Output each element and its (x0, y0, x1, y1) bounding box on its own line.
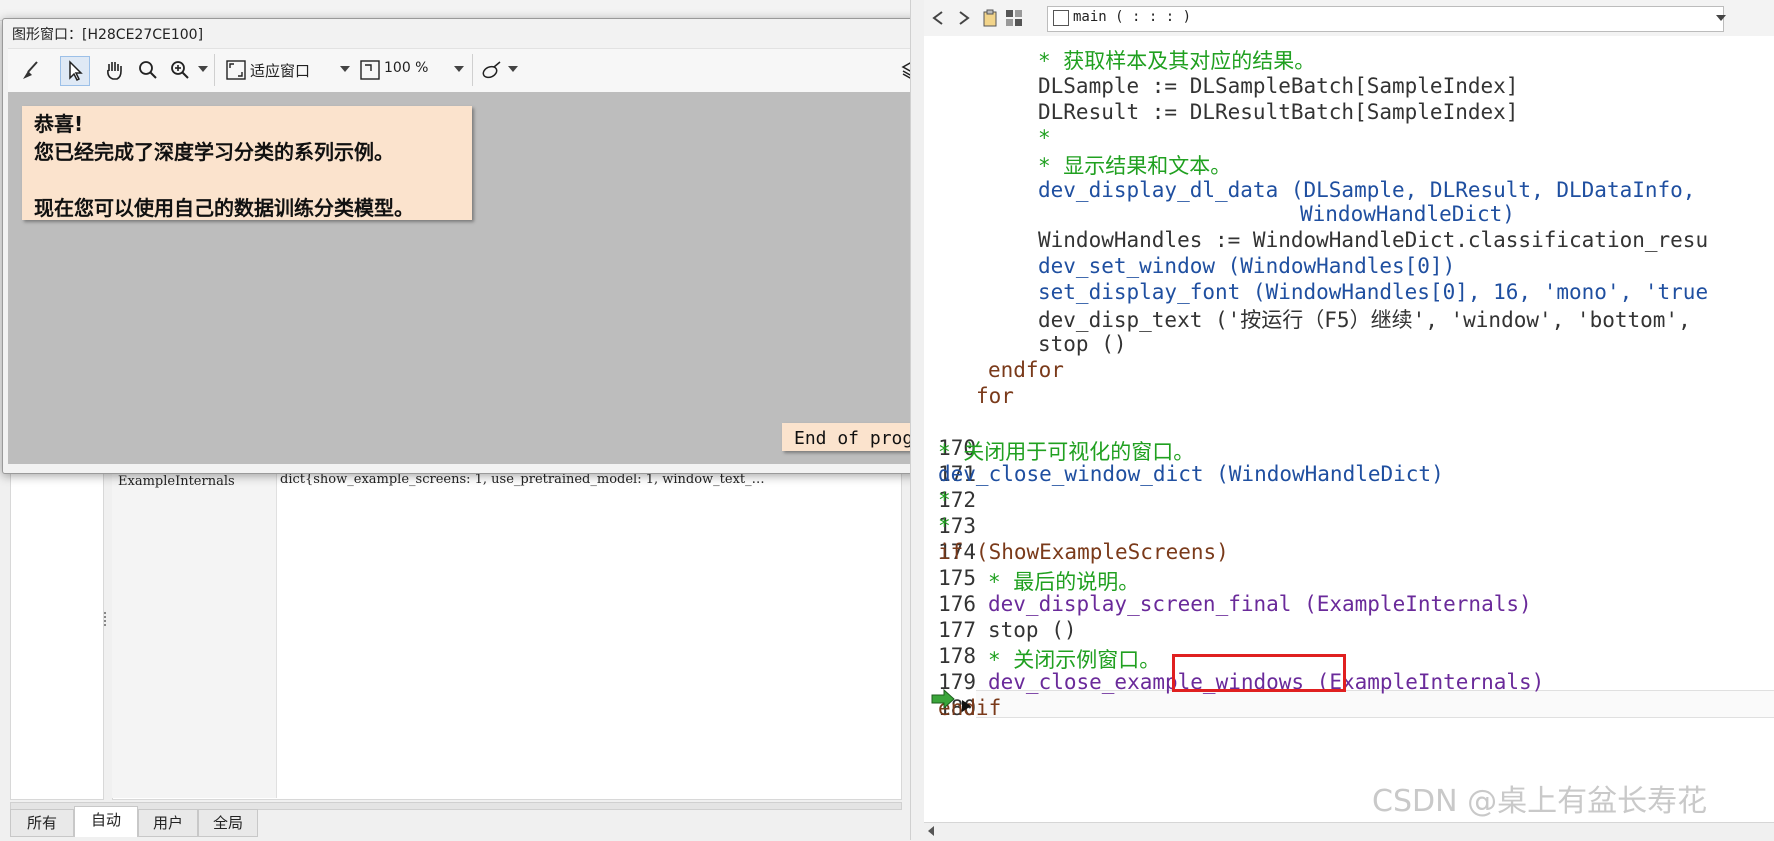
clipboard-icon[interactable] (980, 8, 1000, 28)
chevron-down-icon[interactable] (454, 66, 464, 72)
code-line[interactable]: * 获取样本及其对应的结果。 (1038, 45, 1315, 75)
message-line: 恭喜! (34, 112, 84, 136)
tab-global[interactable]: 全局 (198, 809, 258, 837)
procedure-name: main ( : : : ) (1073, 9, 1192, 25)
line-number: 175 (938, 566, 976, 590)
current-line-highlight (976, 690, 1774, 718)
line-number: 177 (938, 618, 976, 642)
message-line: 您已经完成了深度学习分类的系列示例。 (34, 140, 394, 164)
forward-icon[interactable] (954, 8, 974, 28)
code-line[interactable]: DLSample := DLSampleBatch[SampleIndex] (1038, 74, 1518, 98)
annotation-highlight-box (1172, 654, 1346, 692)
variable-name-column (112, 462, 277, 798)
code-line[interactable]: stop () (988, 618, 1077, 642)
insert-cursor-icon (962, 700, 971, 712)
code-line[interactable]: if (ShowExampleScreens) (938, 540, 1229, 564)
line-number: 176 (938, 592, 976, 616)
code-line[interactable]: dev_display_dl_data (DLSample, DLResult,… (1038, 178, 1708, 202)
code-line[interactable]: WindowHandleDict) (1300, 202, 1515, 226)
pointer-icon[interactable] (60, 56, 90, 86)
code-line[interactable]: dev_set_window (WindowHandles[0]) (1038, 254, 1455, 278)
code-line[interactable]: * 显示结果和文本。 (1038, 150, 1231, 180)
back-icon[interactable] (928, 8, 948, 28)
graphics-window-title: 图形窗口：[H28CE27CE100] (12, 27, 204, 43)
chevron-down-icon[interactable] (198, 66, 208, 72)
variable-value[interactable]: dict{show_example_screens: 1, use_pretra… (280, 472, 890, 487)
code-line[interactable]: dev_close_window_dict (WindowHandleDict) (938, 462, 1444, 486)
panel-grip[interactable] (103, 610, 107, 630)
fit-window-icon[interactable] (222, 56, 250, 84)
tab-user[interactable]: 用户 (138, 809, 198, 837)
draw-shape-icon[interactable] (478, 56, 506, 84)
toolbar-divider (472, 54, 473, 86)
program-counter-icon (930, 688, 958, 710)
zoom-level-value[interactable]: 100 % (384, 60, 428, 76)
editor-scrollbar[interactable] (924, 822, 1774, 841)
toolbar-divider (214, 54, 215, 86)
chevron-down-icon[interactable] (508, 66, 518, 72)
variable-name[interactable]: ExampleInternals (118, 474, 235, 489)
code-line[interactable]: DLResult := DLResultBatch[SampleIndex] (1038, 100, 1518, 124)
code-line[interactable]: stop () (1038, 332, 1127, 356)
zoom-level-icon[interactable] (356, 56, 384, 84)
tab-all[interactable]: 所有 (10, 809, 74, 837)
code-line[interactable]: WindowHandles := WindowHandleDict.classi… (1038, 228, 1708, 252)
line-number: 178 (938, 644, 976, 668)
code-line[interactable]: dev_disp_text ('按运行（F5）继续', 'window', 'b… (1038, 304, 1703, 334)
hand-icon[interactable] (100, 56, 128, 84)
scroll-left-icon[interactable] (928, 826, 934, 836)
code-line[interactable]: * (1038, 126, 1051, 150)
watermark: CSDN @桌上有盆长寿花 (1372, 784, 1708, 819)
chevron-down-icon[interactable] (1716, 15, 1726, 21)
code-line[interactable]: * (938, 514, 951, 538)
code-line[interactable]: dev_display_screen_final (ExampleInterna… (988, 592, 1532, 616)
code-line[interactable]: for (976, 384, 1014, 408)
tab-auto[interactable]: 自动 (74, 806, 138, 837)
procedure-icon (1053, 10, 1069, 26)
fit-window-label[interactable]: 适应窗口 (250, 60, 310, 81)
chevron-down-icon[interactable] (340, 66, 350, 72)
code-line[interactable]: endfor (988, 358, 1064, 382)
grid-icon[interactable] (1004, 8, 1024, 28)
search-icon[interactable] (134, 56, 162, 84)
code-line[interactable]: set_display_font (WindowHandles[0], 16, … (1038, 280, 1708, 304)
variable-list-left (10, 462, 104, 800)
zoom-in-icon[interactable] (166, 56, 194, 84)
message-line: 现在您可以使用自己的数据训练分类模型。 (34, 196, 414, 220)
broom-icon[interactable] (16, 56, 44, 84)
code-line[interactable]: * (938, 488, 951, 512)
